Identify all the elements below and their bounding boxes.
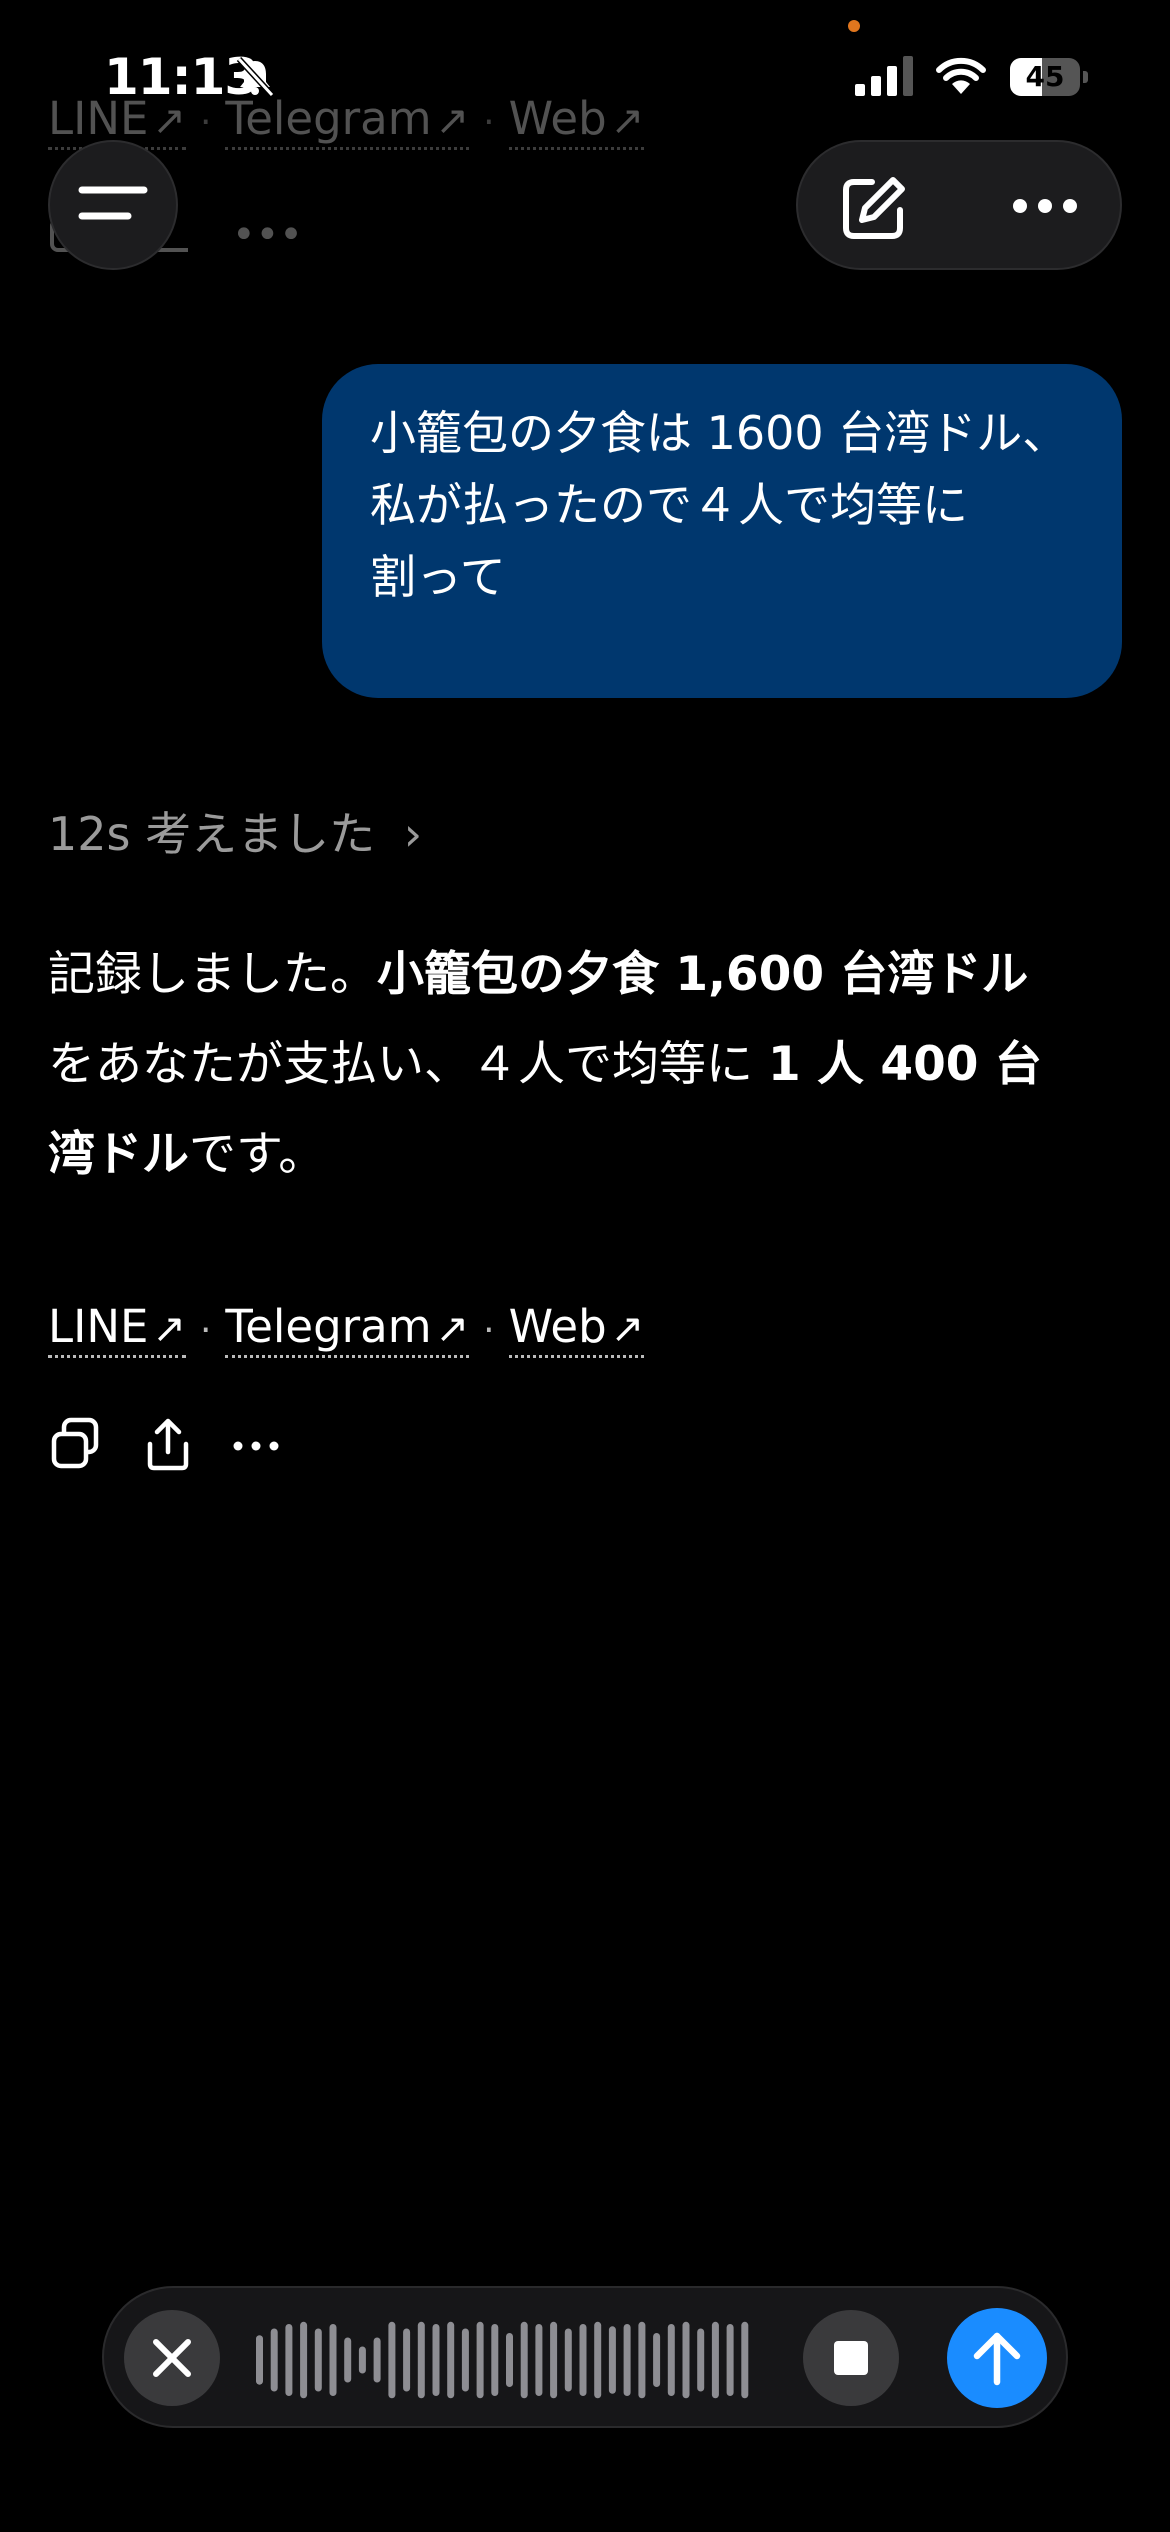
waveform-bar — [256, 2335, 263, 2385]
waveform-bar — [726, 2324, 734, 2396]
web-link[interactable]: Web ↗ — [508, 1300, 645, 1358]
waveform-bar — [667, 2324, 675, 2396]
close-icon — [153, 2339, 191, 2377]
waveform-bar — [506, 2333, 513, 2387]
more-options-icon[interactable] — [1010, 194, 1080, 218]
waveform-bar — [653, 2333, 661, 2387]
menu-button[interactable] — [48, 140, 178, 270]
answer-bold-text: 小籠包の夕食 1,600 台湾ドル — [377, 947, 1029, 1002]
telegram-link[interactable]: Telegram ↗ — [225, 1300, 470, 1358]
waveform-bar — [447, 2321, 455, 2399]
copy-icon[interactable] — [48, 1416, 108, 1476]
waveform-bar — [491, 2324, 499, 2396]
line-link[interactable]: LINE ↗ — [48, 1300, 186, 1358]
hamburger-icon — [78, 186, 148, 220]
waveform-bar — [461, 2328, 469, 2392]
web-link[interactable]: Web ↗ — [508, 92, 645, 150]
waveform-bar — [329, 2324, 337, 2396]
waveform-bar — [594, 2321, 602, 2399]
telegram-link[interactable]: Telegram ↗ — [225, 92, 470, 150]
waveform-bar — [741, 2321, 749, 2399]
waveform-bar — [344, 2337, 352, 2383]
waveform-bar — [550, 2321, 558, 2399]
external-link-icon: ↗ — [152, 1306, 186, 1352]
previous-links-row: LINE ↗ · Telegram ↗ · Web ↗ — [48, 92, 645, 150]
source-links-row: LINE ↗ · Telegram ↗ · Web ↗ — [48, 1300, 645, 1358]
waveform-bar — [564, 2328, 572, 2392]
battery-indicator: 45 — [1010, 58, 1088, 96]
more-icon[interactable] — [228, 1416, 288, 1476]
arrow-up-icon — [973, 2332, 1021, 2386]
thought-duration-toggle[interactable]: 12s 考えました › — [48, 798, 422, 864]
waveform-bar — [697, 2328, 705, 2392]
waveform-bar — [608, 2326, 616, 2394]
thought-label: 12s 考えました — [48, 807, 376, 861]
waveform-bar — [476, 2321, 484, 2399]
waveform-bar — [638, 2321, 646, 2399]
send-button[interactable] — [947, 2308, 1047, 2408]
wifi-icon — [936, 57, 986, 94]
waveform-bar — [388, 2321, 396, 2399]
waveform-bar — [711, 2321, 719, 2399]
cellular-signal-icon — [855, 56, 913, 96]
waveform-bar — [432, 2324, 440, 2396]
previous-more-icon: ••• — [232, 212, 303, 258]
header-actions-pill — [796, 140, 1122, 270]
chevron-right-icon: › — [403, 807, 423, 861]
waveform-bar — [417, 2321, 425, 2399]
user-message-bubble: 小籠包の夕食は 1600 台湾ドル、 私が払ったので４人で均等に 割って — [322, 364, 1122, 698]
cancel-recording-button[interactable] — [124, 2310, 220, 2406]
audio-waveform — [256, 2321, 749, 2399]
waveform-bar — [314, 2328, 322, 2392]
waveform-bar — [285, 2324, 293, 2396]
battery-percent: 45 — [1025, 60, 1065, 93]
waveform-bar — [682, 2321, 690, 2399]
answer-text: をあなたが支払い、４人で均等に — [48, 1037, 768, 1092]
waveform-bar — [535, 2324, 543, 2396]
waveform-bar — [270, 2328, 278, 2392]
external-link-icon: ↗ — [610, 1306, 645, 1352]
external-link-icon: ↗ — [435, 1306, 470, 1352]
mic-indicator-dot — [848, 20, 860, 32]
waveform-bar — [373, 2337, 381, 2383]
stop-icon — [834, 2341, 868, 2375]
waveform-bar — [623, 2324, 631, 2396]
waveform-bar — [300, 2321, 308, 2399]
stop-recording-button[interactable] — [803, 2310, 899, 2406]
new-chat-icon[interactable] — [838, 174, 908, 244]
waveform-bar — [358, 2346, 366, 2374]
answer-text: 記録しました。 — [48, 947, 377, 1002]
share-icon[interactable] — [138, 1416, 198, 1476]
waveform-bar — [520, 2321, 528, 2399]
assistant-answer: 記録しました。小籠包の夕食 1,600 台湾ドル をあなたが支払い、４人で均等に … — [48, 930, 1088, 1200]
waveform-bar — [403, 2328, 411, 2392]
waveform-bar — [579, 2324, 587, 2396]
answer-text: です。 — [189, 1127, 326, 1182]
